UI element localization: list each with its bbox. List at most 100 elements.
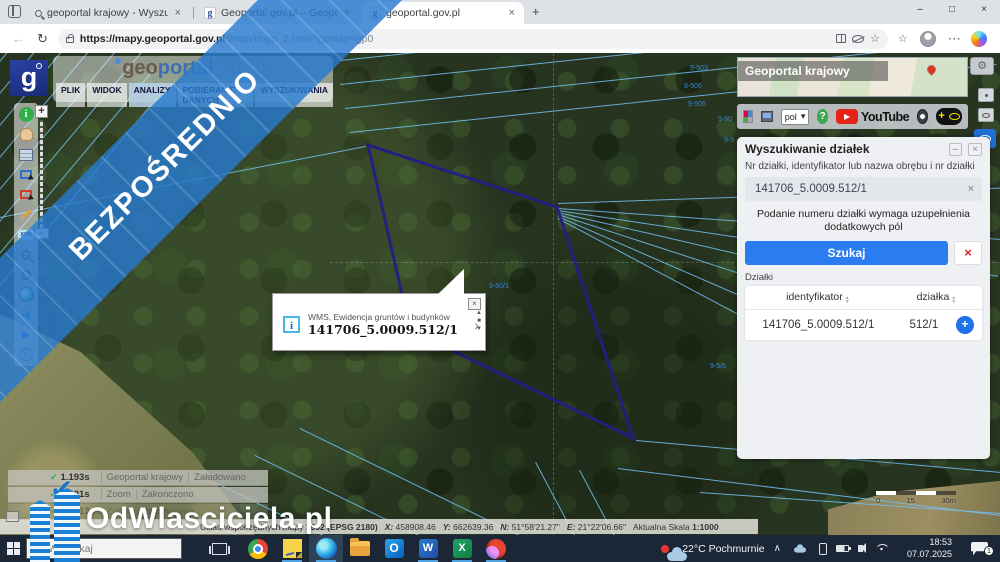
task-view-button[interactable] [212, 543, 227, 555]
tab-close-icon[interactable]: × [507, 7, 517, 19]
tab-actions-icon[interactable] [8, 5, 21, 18]
taskbar-app-file-explorer[interactable] [343, 535, 377, 562]
parcel-search-input[interactable] [753, 182, 968, 196]
map-viewport[interactable]: 9-503 9-506 9-505 9-50 9-5 9-50/1 9-5/6 … [0, 53, 1000, 535]
favorite-star-icon[interactable]: ☆ [870, 32, 880, 45]
popup-close-button[interactable]: × [468, 298, 481, 310]
url-text[interactable]: https://mapy.geoportal.gov.pl/imap/Imgp_… [80, 33, 830, 45]
full-extent-button[interactable] [18, 286, 35, 303]
previous-view-button[interactable]: ◀ [18, 306, 35, 323]
taskbar-app-sticky-notes[interactable] [275, 535, 309, 562]
phone-link-icon[interactable] [819, 543, 827, 555]
attribute-table-button[interactable] [18, 146, 35, 163]
panel-eye-button[interactable] [978, 108, 994, 122]
zoom-slider-handle[interactable]: − [34, 228, 49, 239]
geoportal-logo[interactable]: g [10, 60, 48, 96]
taskbar-app-edge[interactable] [309, 535, 343, 562]
panel-minimize-button[interactable]: – [949, 143, 963, 156]
favorites-bar-icon[interactable]: ☆ [898, 32, 908, 45]
map-link-icon[interactable] [761, 111, 773, 122]
clear-view-button[interactable]: × [18, 346, 35, 363]
sort-icon[interactable]: ▲▼ [951, 296, 956, 304]
taskbar-app-outlook[interactable]: O [377, 535, 411, 562]
sort-icon[interactable]: ▲▼ [845, 296, 850, 304]
menu-wyszukiwania[interactable]: WYSZUKIWANIA [255, 83, 333, 107]
tracking-prevention-icon[interactable] [852, 35, 864, 43]
info-tool-button[interactable]: i [18, 106, 35, 123]
profile-avatar[interactable] [920, 31, 936, 47]
taskbar-app-excel[interactable]: X [445, 535, 479, 562]
speaker-icon[interactable] [858, 545, 863, 552]
restore-panel-icon[interactable] [6, 511, 19, 522]
tab-close-icon[interactable]: × [342, 7, 352, 19]
language-select[interactable]: pol▾ [781, 109, 810, 125]
overview-minimap[interactable]: Geoportal krajowy [737, 57, 968, 97]
cancel-search-button[interactable]: × [954, 241, 982, 265]
table-row[interactable]: 141706_5.0009.512/1 512/1 + [745, 310, 982, 340]
weather-text[interactable]: 22°C Pochmurnie [682, 543, 764, 555]
menu-pobieranie-danych[interactable]: POBIERANIE DANYCH [178, 83, 254, 107]
column-identyfikator[interactable]: identyfikator▲▼ [745, 291, 891, 304]
refresh-button[interactable]: ↻ [37, 31, 48, 47]
youtube-link[interactable]: ▶YouTube [836, 109, 909, 124]
contrast-eye-icon [949, 113, 960, 120]
select-rectangle-button[interactable] [18, 166, 35, 183]
onedrive-icon[interactable] [794, 545, 806, 552]
panel-dot-button[interactable] [978, 88, 994, 102]
accessibility-wheel-icon[interactable] [917, 109, 928, 124]
back-button[interactable]: ← [12, 31, 25, 46]
contrast-toggle[interactable]: + [936, 108, 962, 125]
coordinates-tool-button[interactable]: XYH [18, 226, 35, 243]
tab-2[interactable]: g Geoportal.gov.pl – Geoportal Inf × [197, 2, 359, 24]
site-info-icon[interactable] [66, 37, 74, 43]
system-tray: 22°C Pochmurnie ∧ 18:5307.07.2025 [667, 537, 1000, 560]
popup-scroll-controls[interactable]: ▲ ■ ▼ [476, 310, 482, 332]
settings-menu-icon[interactable]: ⋯ [948, 31, 961, 47]
menu-analizy[interactable]: ANALIZY [129, 83, 176, 107]
zoom-slider-track[interactable] [40, 120, 43, 231]
wifi-icon[interactable] [875, 544, 888, 553]
zoom-out-tool-button[interactable]: − [18, 266, 35, 283]
legend-icon[interactable] [743, 110, 753, 123]
taskbar-app-word[interactable]: W [411, 535, 445, 562]
clear-input-icon[interactable]: × [968, 183, 974, 195]
next-view-button[interactable]: ▶ [18, 326, 35, 343]
add-result-button[interactable]: + [956, 316, 974, 334]
tray-expand-icon[interactable]: ∧ [774, 543, 781, 554]
column-dzialka[interactable]: działka▲▼ [891, 291, 982, 304]
new-tab-button[interactable]: + [532, 4, 540, 19]
deselect-rectangle-button[interactable] [18, 186, 35, 203]
taskbar-clock[interactable]: 18:5307.07.2025 [907, 537, 952, 560]
window-controls: – □ × [904, 0, 1000, 22]
draw-tool-button[interactable] [18, 206, 35, 223]
zoom-slider-plus-button[interactable]: + [35, 105, 48, 118]
taskbar-app-chrome[interactable] [241, 535, 275, 562]
menu-plik[interactable]: PLIK [56, 83, 85, 107]
zoom-in-tool-button[interactable]: + [18, 246, 35, 263]
loading-message: ✔ 1.193s Geoportal krajowy Załadowano [8, 470, 268, 486]
search-button[interactable]: Szukaj [745, 241, 948, 265]
minimize-button[interactable]: – [904, 0, 936, 22]
taskbar-search-box[interactable] [26, 538, 182, 559]
tab-3-active[interactable]: g geoportal.gov.pl × [362, 2, 524, 24]
tab-1[interactable]: geoportal krajowy - Wyszukaj × [28, 2, 190, 24]
taskbar-app-pinned[interactable] [479, 535, 513, 562]
start-button[interactable] [0, 535, 26, 562]
tab-close-icon[interactable]: × [173, 7, 183, 19]
parcel-label: 9-50 [718, 116, 732, 123]
battery-icon[interactable] [836, 545, 849, 552]
arrow-right-icon: ▶ [22, 328, 30, 341]
help-button[interactable]: ? [817, 109, 828, 124]
maximize-button[interactable]: □ [936, 0, 968, 22]
close-button[interactable]: × [968, 0, 1000, 22]
excel-icon: X [453, 539, 472, 558]
taskbar-search-input[interactable] [46, 542, 156, 556]
copilot-icon[interactable] [971, 31, 987, 47]
pan-tool-button[interactable] [18, 126, 35, 143]
minimap-settings-button[interactable]: ⚙ [970, 57, 994, 75]
panel-close-button[interactable]: × [968, 143, 982, 156]
address-bar[interactable]: https://mapy.geoportal.gov.pl/imap/Imgp_… [58, 29, 888, 49]
split-screen-icon[interactable] [836, 34, 846, 43]
menu-widok[interactable]: WIDOK [87, 83, 126, 107]
table-header-row: identyfikator▲▼ działka▲▼ [745, 286, 982, 310]
